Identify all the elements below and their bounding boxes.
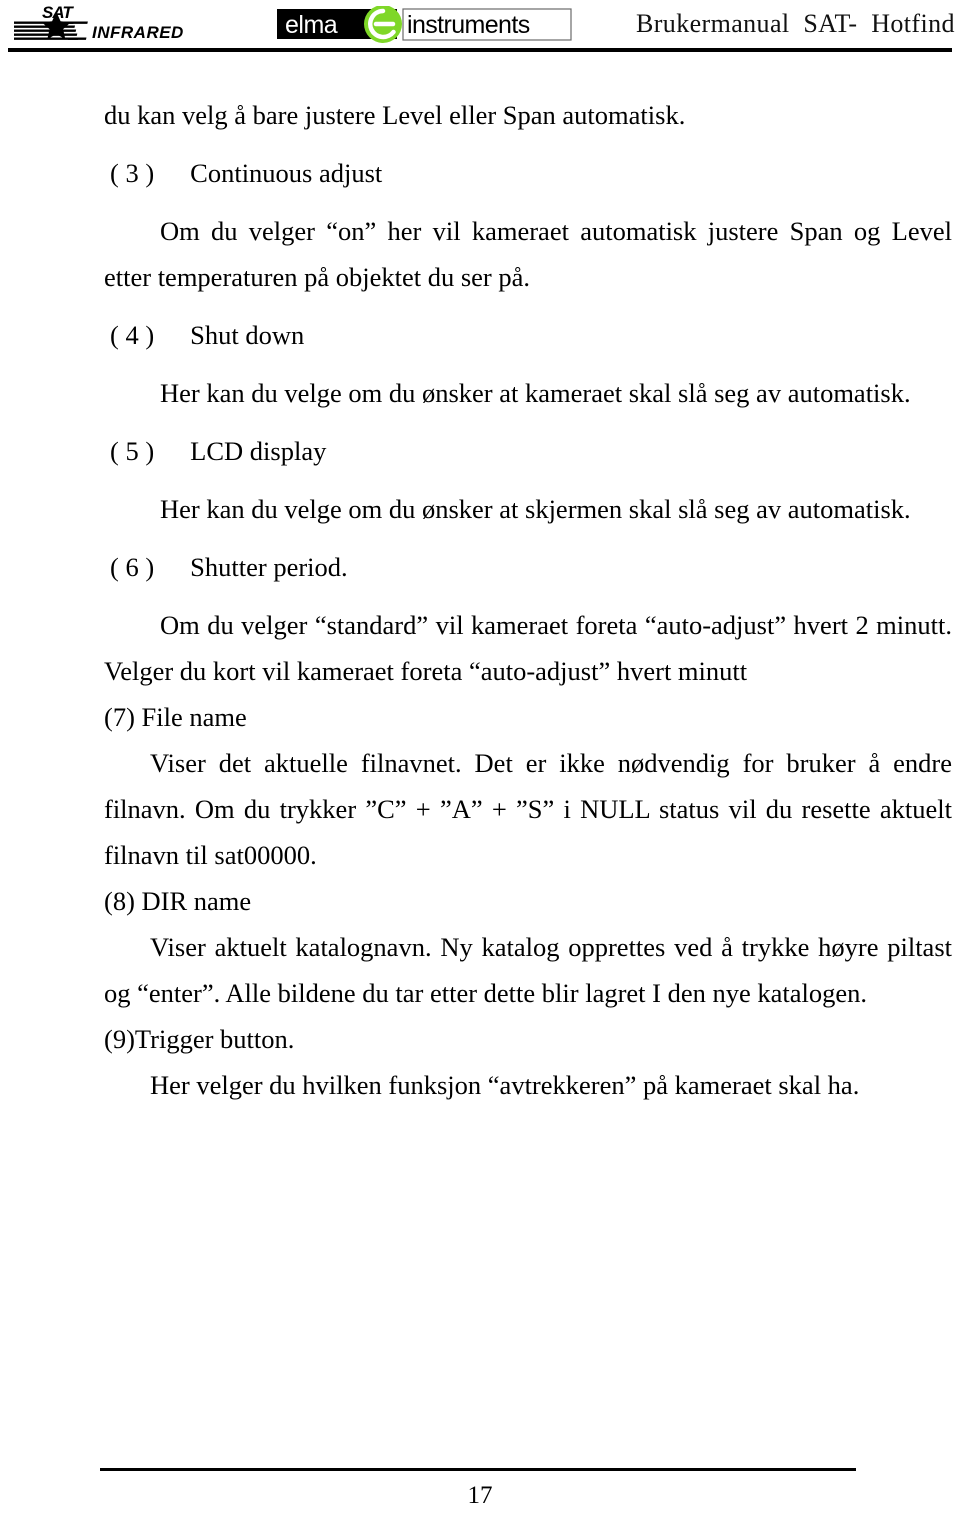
item-5-text: Her kan du velge om du ønsker at skjerme… xyxy=(160,494,911,524)
item-6-text: Om du velger “standard” vil kameraet for… xyxy=(104,610,959,686)
item-4-heading: ( 4 ) Shut down xyxy=(104,312,952,358)
document-body: du kan velg å bare justere Level eller S… xyxy=(104,92,952,1108)
svg-text:INFRARED: INFRARED xyxy=(92,23,184,42)
item-3-heading: ( 3 ) Continuous adjust xyxy=(104,150,952,196)
item-7-heading: (7) File name xyxy=(104,702,247,732)
item-9-heading: (9)Trigger button. xyxy=(104,1024,295,1054)
item-4-number: ( 4 ) xyxy=(110,320,155,350)
item-3-number: ( 3 ) xyxy=(110,158,155,188)
item-8-text: Viser aktuelt katalognavn. Ny katalog op… xyxy=(104,932,959,1008)
item-9-text: Her velger du hvilken funksjon “avtrekke… xyxy=(150,1070,860,1100)
header-divider xyxy=(8,48,952,52)
item-4-title: Shut down xyxy=(190,320,305,350)
item-3-text: Om du velger “on” her vil kameraet autom… xyxy=(104,216,959,292)
item-5-heading: ( 5 ) LCD display xyxy=(104,428,952,474)
item-5-number: ( 5 ) xyxy=(110,436,155,466)
footer-divider xyxy=(100,1468,856,1471)
manual-title: Brukermanual SAT- Hotfind xyxy=(636,9,955,38)
item-6-number: ( 6 ) xyxy=(110,552,155,582)
svg-text:instruments: instruments xyxy=(407,11,530,39)
item-6-title: Shutter period. xyxy=(190,552,348,582)
sat-infrared-logo: SAT INFRARED xyxy=(14,2,234,44)
item-5-title: LCD display xyxy=(190,436,327,466)
lead-line: du kan velg å bare justere Level eller S… xyxy=(104,100,686,130)
item-6-heading: ( 6 ) Shutter period. xyxy=(104,544,952,590)
item-4-text: Her kan du velge om du ønsker at kamerae… xyxy=(160,378,911,408)
elma-instruments-logo: elma instruments xyxy=(277,6,572,44)
item-7-text: Viser det aktuelle filnavnet. Det er ikk… xyxy=(104,748,959,870)
svg-text:elma: elma xyxy=(285,11,338,39)
item-3-title: Continuous adjust xyxy=(190,158,383,188)
item-8-heading: (8) DIR name xyxy=(104,886,252,916)
page-number: 17 xyxy=(467,1482,493,1509)
page-header: SAT INFRARED elma instruments Brukermanu… xyxy=(0,0,960,52)
